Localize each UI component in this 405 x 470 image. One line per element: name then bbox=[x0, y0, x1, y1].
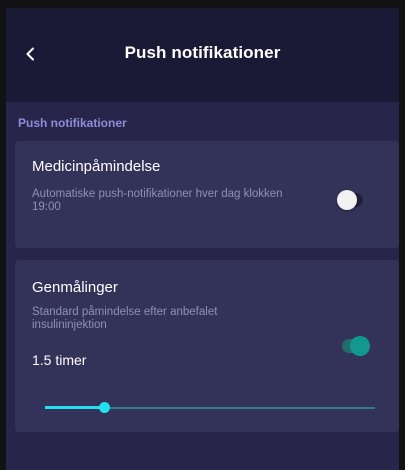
slider-fill bbox=[45, 406, 104, 409]
medication-reminder-toggle[interactable] bbox=[337, 190, 363, 210]
notification-settings-screen: Push notifikationer Push notifikationer … bbox=[6, 8, 399, 470]
remeasurement-toggle[interactable] bbox=[342, 336, 370, 356]
toggle-thumb bbox=[337, 190, 357, 210]
app-header: Push notifikationer bbox=[6, 8, 399, 102]
toggle-thumb bbox=[350, 336, 370, 356]
remeasurement-title: Genmålinger bbox=[32, 279, 118, 296]
medication-reminder-title: Medicinpåmindelse bbox=[32, 158, 161, 175]
remeasurement-interval-value: 1.5 timer bbox=[32, 352, 87, 368]
slider-handle[interactable] bbox=[99, 402, 110, 413]
medication-reminder-card: Medicinpåmindelse Automatiske push-notif… bbox=[15, 141, 399, 248]
interval-slider[interactable] bbox=[45, 402, 375, 414]
medication-reminder-description: Automatiske push-notifikationer hver dag… bbox=[32, 188, 292, 214]
remeasurement-card: Genmålinger Standard påmindelse efter an… bbox=[15, 260, 399, 432]
page-title: Push notifikationer bbox=[124, 43, 281, 62]
remeasurement-description: Standard påmindelse efter anbefalet insu… bbox=[32, 306, 218, 331]
section-heading: Push notifikationer bbox=[18, 116, 127, 130]
medication-reminder-description-text: Automatiske push-notifikationer hver dag… bbox=[32, 188, 283, 213]
